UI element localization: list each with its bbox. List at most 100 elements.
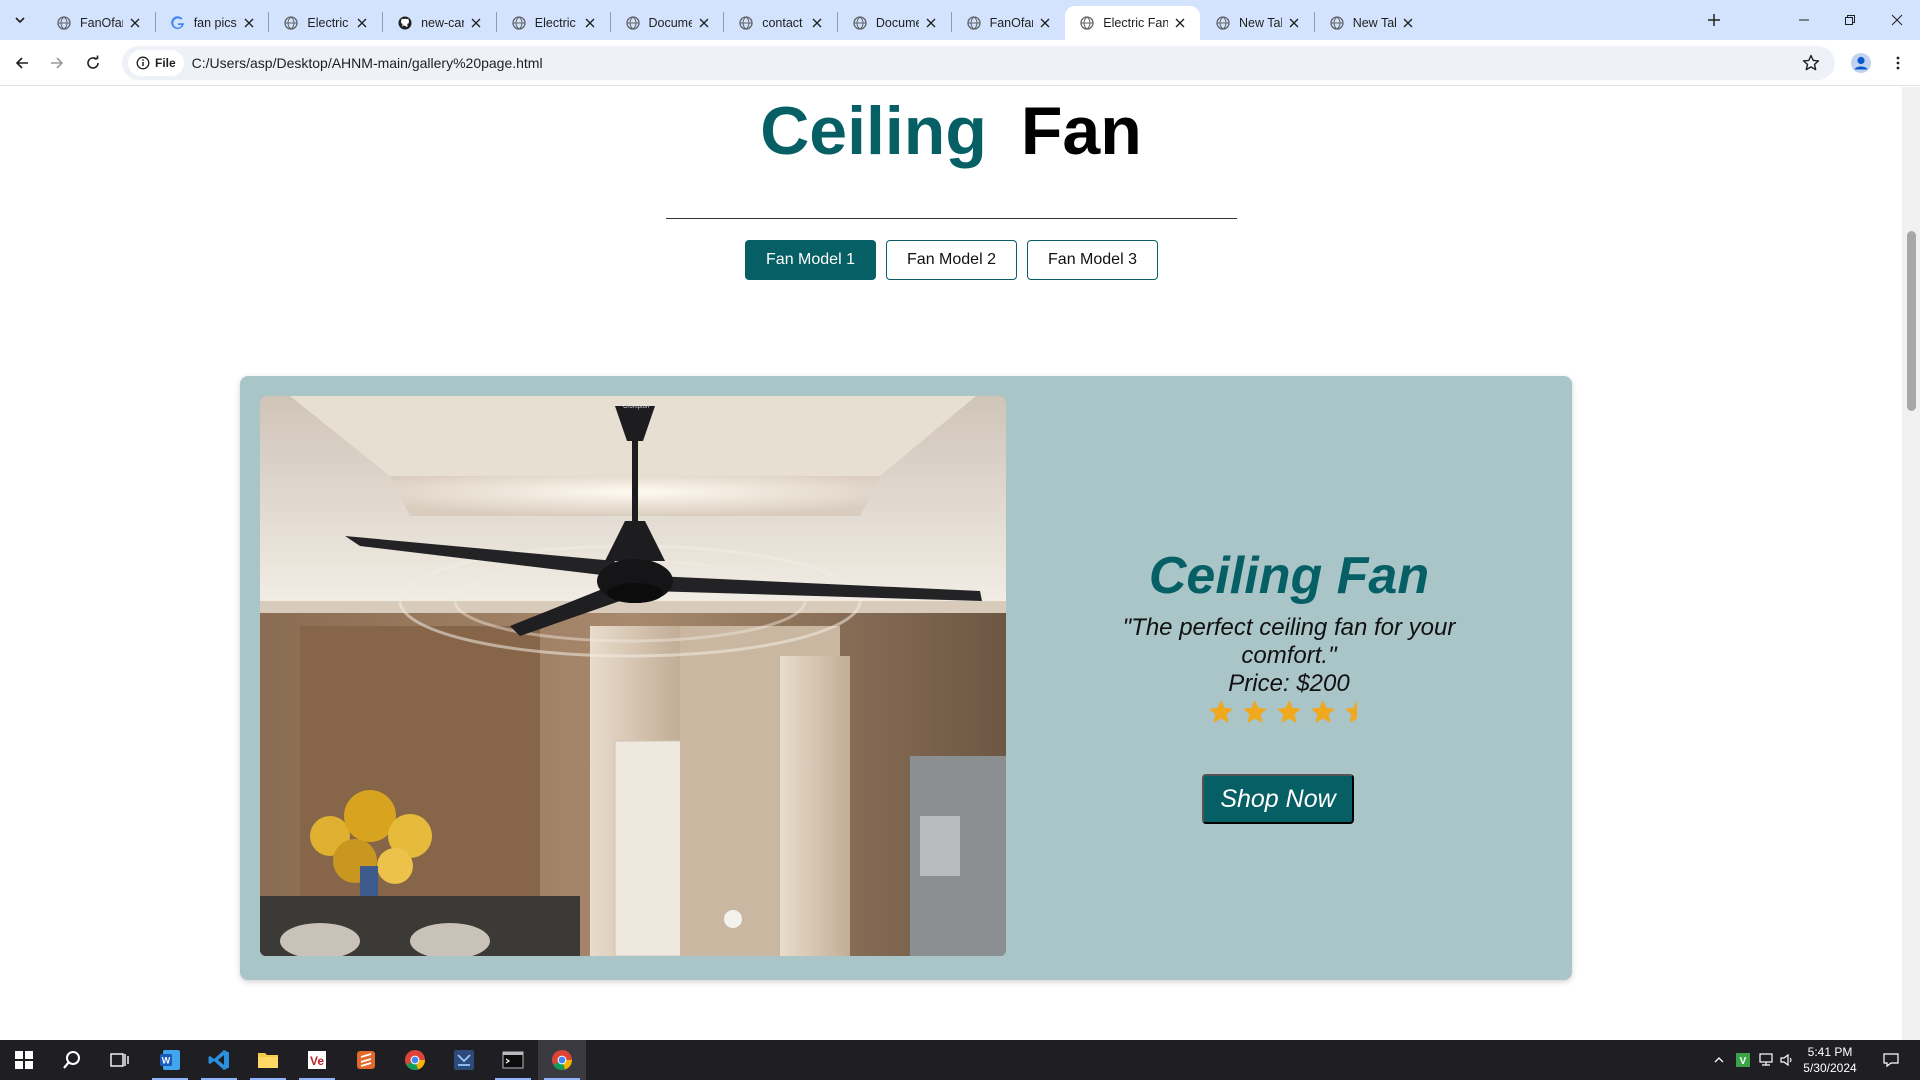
tab-title: Electric Fan C	[1103, 16, 1169, 30]
browser-tab[interactable]: new-cards/c	[383, 6, 496, 40]
info-icon	[136, 56, 150, 70]
tray-network[interactable]	[1756, 1040, 1778, 1080]
tab-strip: FanOfan fan pics - Go Electric Fan C new-ca…	[0, 0, 1920, 40]
clock-time: 5:41 PM	[1807, 1045, 1853, 1059]
close-tab-icon[interactable]	[582, 15, 598, 31]
tab-title: New Tab	[1352, 16, 1396, 30]
star-half-icon	[1345, 700, 1357, 723]
browser-tab[interactable]: FanOfan	[42, 6, 155, 40]
browser-tab[interactable]: New Tab	[1201, 6, 1314, 40]
browser-menu-button[interactable]	[1884, 49, 1912, 77]
browser-toolbar: File C:/Users/asp/Desktop/AHNM-main/gall…	[0, 40, 1920, 86]
word-icon: W	[160, 1050, 180, 1070]
globe-icon	[738, 15, 754, 31]
product-title: Ceiling Fan	[1148, 547, 1430, 605]
ceiling-fan-photo: Crompton	[260, 396, 1006, 956]
close-tab-icon[interactable]	[696, 15, 712, 31]
globe-icon	[56, 15, 72, 31]
reload-icon	[87, 55, 99, 69]
close-icon	[1891, 14, 1903, 26]
shop-now-button[interactable]: Shop Now	[1202, 774, 1354, 824]
url-text[interactable]: C:/Users/asp/Desktop/AHNM-main/gallery%2…	[192, 55, 1797, 71]
globe-icon	[966, 15, 982, 31]
taskbar-terminal[interactable]	[489, 1040, 537, 1080]
avatar-icon	[1851, 53, 1871, 73]
taskbar-clock[interactable]: 5:41 PM 5/30/2024	[1792, 1044, 1868, 1076]
star-filled-icon	[1311, 700, 1335, 723]
taskbar-visual-studio[interactable]	[440, 1040, 488, 1080]
taskbar-notepad-app[interactable]: Ve	[293, 1040, 341, 1080]
tab-title: new-cards/c	[421, 16, 465, 30]
globe-icon	[1329, 15, 1345, 31]
visual-studio-icon	[454, 1050, 474, 1070]
tab-title: fan pics - Go	[193, 16, 237, 30]
taskbar-vscode[interactable]	[195, 1040, 243, 1080]
reload-button[interactable]	[79, 49, 107, 77]
tab-title: FanOfan	[989, 16, 1033, 30]
chevron-down-icon	[15, 17, 25, 24]
taskbar-search-button[interactable]	[48, 1040, 96, 1080]
show-hidden-icons-button[interactable]	[1708, 1040, 1730, 1080]
fan-model-3-button[interactable]: Fan Model 3	[1027, 240, 1158, 280]
close-window-button[interactable]	[1874, 0, 1920, 40]
page-title-part2: Fan	[1020, 93, 1142, 169]
forward-button[interactable]	[43, 49, 71, 77]
browser-tab[interactable]: FanOfan	[952, 6, 1065, 40]
taskbar-word[interactable]: W	[146, 1040, 194, 1080]
close-tab-icon[interactable]	[809, 15, 825, 31]
restore-button[interactable]	[1827, 0, 1873, 40]
page-scrollbar[interactable]	[1902, 87, 1920, 1040]
browser-tab[interactable]: Electric Fan C	[1065, 6, 1201, 40]
close-tab-icon[interactable]	[1172, 15, 1188, 31]
close-tab-icon[interactable]	[1400, 15, 1416, 31]
tab-title: contact us	[762, 16, 805, 30]
taskbar-chrome-active[interactable]	[538, 1040, 586, 1080]
close-tab-icon[interactable]	[923, 15, 939, 31]
tray-vpn[interactable]: V	[1733, 1040, 1753, 1080]
svg-text:W: W	[162, 1056, 171, 1066]
restore-icon	[1845, 15, 1855, 25]
back-button[interactable]	[8, 49, 36, 77]
page-viewport: Ceiling Fan Fan Model 1 Fan Model 2 Fan M…	[0, 87, 1920, 1040]
scrollbar-thumb[interactable]	[1907, 231, 1916, 411]
new-tab-button[interactable]	[1702, 8, 1726, 32]
close-tab-icon[interactable]	[127, 15, 143, 31]
star-filled-icon	[1209, 700, 1233, 723]
browser-tab[interactable]: fan pics - Go	[156, 6, 269, 40]
profile-button[interactable]	[1847, 49, 1875, 77]
terminal-icon	[502, 1051, 524, 1069]
close-tab-icon[interactable]	[1286, 15, 1302, 31]
browser-tab[interactable]: Document	[838, 6, 951, 40]
windows-start-icon	[15, 1051, 33, 1069]
minimize-icon	[1799, 19, 1809, 21]
rating-stars	[1006, 698, 1572, 732]
close-tab-icon[interactable]	[1037, 15, 1053, 31]
globe-icon	[1215, 15, 1231, 31]
minimize-button[interactable]	[1781, 0, 1827, 40]
address-bar[interactable]: File C:/Users/asp/Desktop/AHNM-main/gall…	[122, 46, 1835, 80]
windows-taskbar: W Ve V 5:41 PM 5/30/2024	[0, 1040, 1920, 1080]
browser-tab[interactable]: New Tab	[1315, 6, 1428, 40]
taskbar-chrome[interactable]	[391, 1040, 439, 1080]
close-tab-icon[interactable]	[241, 15, 257, 31]
task-view-button[interactable]	[96, 1040, 144, 1080]
close-tab-icon[interactable]	[468, 15, 484, 31]
browser-tab[interactable]: Electric Fan C	[497, 6, 610, 40]
close-tab-icon[interactable]	[354, 15, 370, 31]
globe-icon	[283, 15, 299, 31]
fan-model-2-button[interactable]: Fan Model 2	[886, 240, 1017, 280]
browser-tab[interactable]: Electric Fan C	[269, 6, 382, 40]
tab-title: Document	[648, 16, 692, 30]
taskbar-sublime[interactable]	[342, 1040, 390, 1080]
browser-tab[interactable]: Document	[611, 6, 724, 40]
bookmark-button[interactable]	[1797, 49, 1825, 77]
fan-model-1-button[interactable]: Fan Model 1	[745, 240, 876, 280]
tab-search-button[interactable]	[8, 8, 32, 32]
arrow-left-icon	[15, 57, 28, 69]
windows-start-button[interactable]	[0, 1040, 48, 1080]
chrome-active-icon	[552, 1050, 572, 1070]
taskbar-file-explorer[interactable]	[244, 1040, 292, 1080]
site-info-chip[interactable]: File	[128, 50, 184, 76]
notifications-button[interactable]	[1874, 1040, 1908, 1080]
browser-tab[interactable]: contact us	[724, 6, 837, 40]
